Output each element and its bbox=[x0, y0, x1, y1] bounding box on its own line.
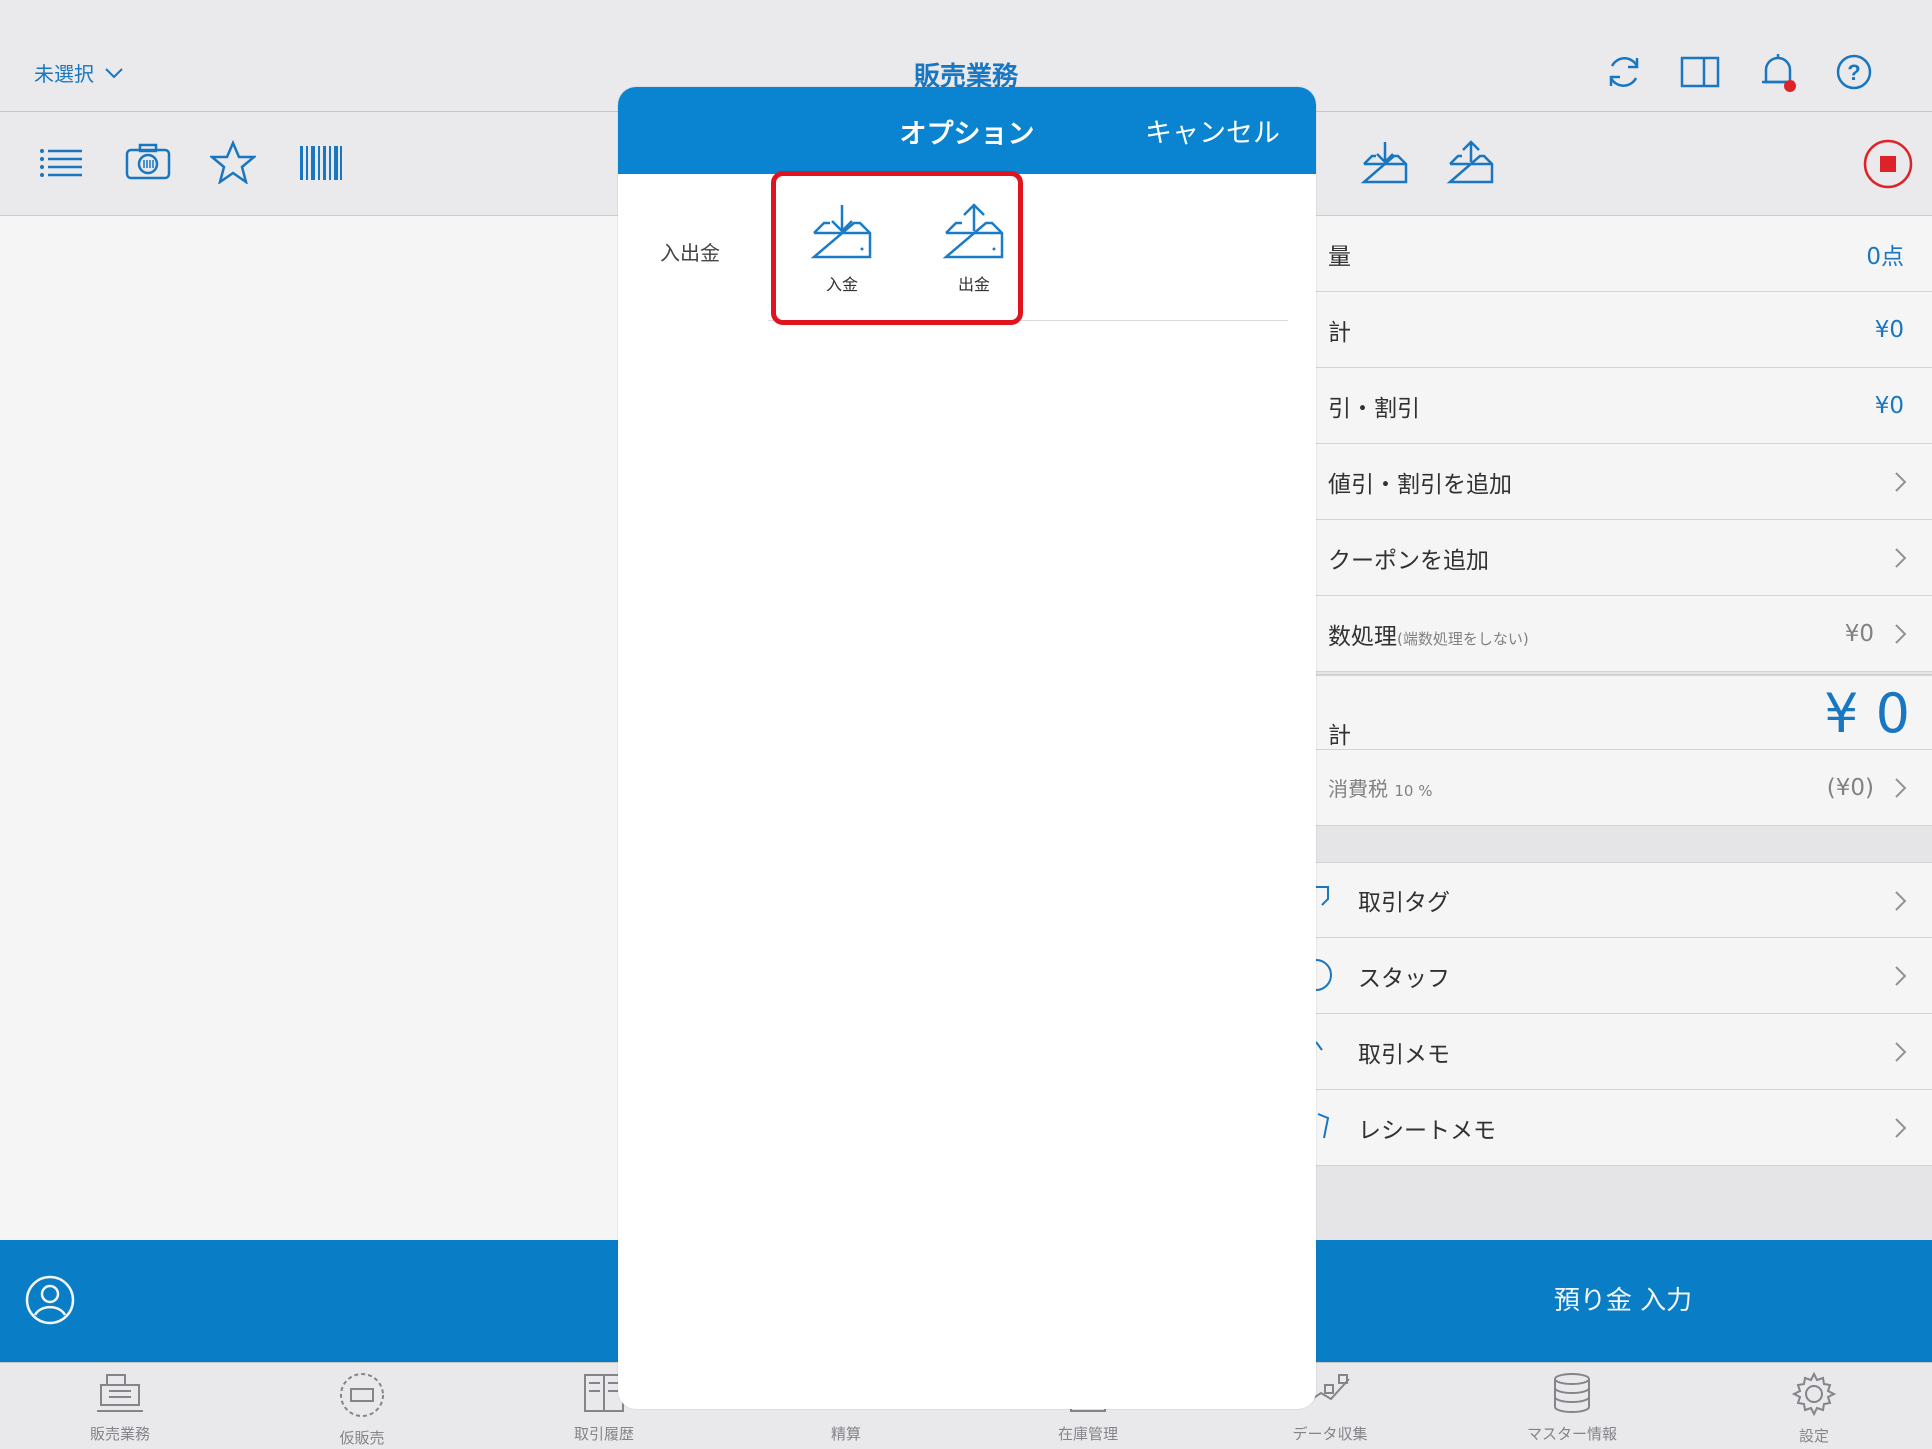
section-label-cash-in-out: 入出金 bbox=[660, 241, 720, 265]
cancel-button[interactable]: キャンセル bbox=[1145, 111, 1280, 150]
modal-header: オプション キャンセル bbox=[618, 87, 1316, 174]
options-modal: オプション キャンセル 入出金 入金 出金 bbox=[618, 87, 1316, 1409]
highlight-box bbox=[771, 171, 1023, 325]
